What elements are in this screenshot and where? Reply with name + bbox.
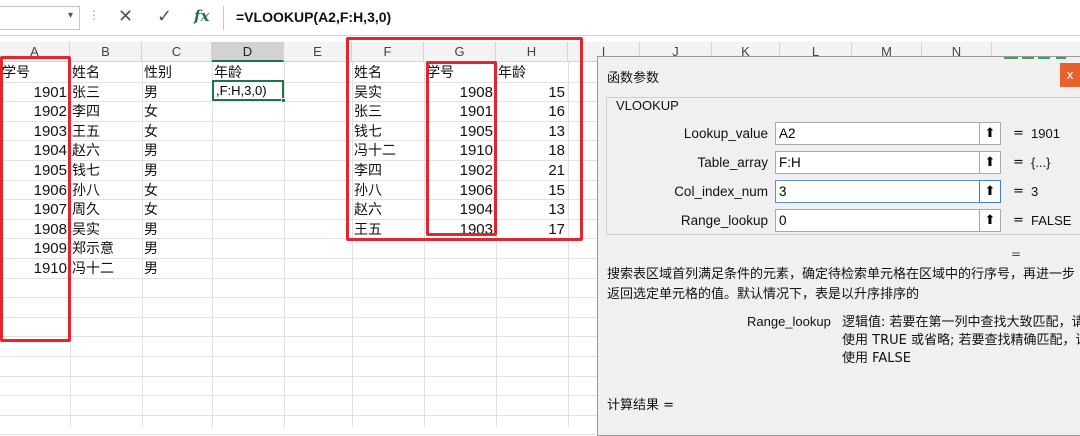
grid-line: [0, 356, 600, 357]
column-header-b[interactable]: B: [70, 42, 142, 62]
grid-line: [284, 62, 285, 427]
column-header-e[interactable]: E: [284, 42, 352, 62]
calc-result: 计算结果 =: [607, 398, 675, 413]
highlight-box-column-a: [0, 56, 71, 342]
table-cell[interactable]: 李四: [70, 102, 142, 122]
grid-line: [0, 375, 600, 377]
dialog-title: 函数参数: [607, 71, 660, 86]
table-cell[interactable]: 张三: [70, 83, 142, 103]
table-cell[interactable]: 男: [142, 220, 212, 240]
table-cell[interactable]: 吴实: [70, 220, 142, 240]
name-box[interactable]: ▾: [0, 6, 80, 30]
enter-button[interactable]: ✓: [157, 6, 172, 27]
collapse-dialog-icon[interactable]: ⬆: [979, 151, 1001, 174]
equals-sign: =: [1013, 155, 1024, 170]
table-cell[interactable]: 王五: [70, 122, 142, 142]
function-result-eq: =: [1011, 247, 1022, 261]
table-cell[interactable]: 周久: [70, 200, 142, 220]
arg-result: 3: [1031, 184, 1039, 199]
arg-result: 1901: [1031, 126, 1060, 141]
divider: [223, 6, 224, 30]
highlight-box-column-g: [426, 61, 497, 236]
column-header-c[interactable]: C: [142, 42, 212, 62]
grid-line: [0, 395, 600, 397]
lookup-value-input[interactable]: A2: [775, 122, 997, 145]
grid-line: [0, 434, 600, 436]
cancel-button[interactable]: ✕: [118, 6, 133, 27]
grid-line: [0, 414, 600, 416]
sheet-grid[interactable]: 学号 姓名 性别 年龄 1901 张三男 1902 李四女 1903 王五女 1904 赵六男 1905…: [0, 37, 641, 436]
equals-sign: =: [1013, 126, 1024, 141]
equals-sign: =: [1013, 184, 1024, 199]
arg-help-name: Range_lookup: [747, 314, 831, 329]
col-index-num-input[interactable]: 3: [775, 180, 997, 203]
table-cell[interactable]: 女: [142, 181, 212, 201]
active-cell-value: ,F:H,3,0): [216, 83, 267, 98]
table-cell[interactable]: 男: [142, 239, 212, 259]
formula-input[interactable]: =VLOOKUP(A2,F:H,3,0): [236, 9, 391, 25]
table-cell[interactable]: 男: [142, 161, 212, 181]
table-cell[interactable]: 郑示意: [70, 239, 142, 259]
grid-line: [212, 62, 213, 427]
table-cell[interactable]: 女: [142, 122, 212, 142]
background-ribbon-fragment: [1004, 57, 1066, 59]
column-header-d[interactable]: D: [212, 42, 284, 62]
collapse-dialog-icon[interactable]: ⬆: [979, 180, 1001, 203]
arg-help-description: 逻辑值: 若要在第一列中查找大致匹配，请使用 TRUE 或省略; 若要查找精确匹…: [842, 315, 1080, 366]
table-cell[interactable]: 男: [142, 141, 212, 161]
function-description: 搜索表区域首列满足条件的元素，确定待检索单元格在区域中的行序号，再进一步返回选定…: [607, 267, 1076, 302]
arg-label-col-index-num: Col_index_num: [674, 184, 768, 199]
grid-line: [0, 316, 600, 318]
table-cell[interactable]: 冯十二: [70, 259, 142, 279]
chevron-down-icon[interactable]: ▾: [68, 10, 73, 21]
arg-label-lookup-value: Lookup_value: [683, 126, 768, 141]
table-cell[interactable]: 男: [142, 259, 212, 279]
arg-result: {...}: [1031, 155, 1051, 170]
collapse-dialog-icon[interactable]: ⬆: [979, 209, 1001, 232]
table-cell[interactable]: 女: [142, 200, 212, 220]
grid-line: [0, 336, 600, 338]
table-cell[interactable]: 男: [142, 83, 212, 103]
insert-function-button[interactable]: fx: [194, 7, 209, 25]
range-lookup-input[interactable]: 0: [775, 209, 997, 232]
function-name: VLOOKUP: [614, 98, 681, 113]
collapse-dialog-icon[interactable]: ⬆: [979, 122, 1001, 145]
formula-bar: ▾ ⋮ ✕ ✓ fx =VLOOKUP(A2,F:H,3,0): [0, 0, 1080, 36]
active-cell[interactable]: ,F:H,3,0): [212, 80, 286, 103]
header-cell[interactable]: 性别: [142, 63, 212, 83]
header-cell[interactable]: 姓名: [70, 63, 142, 83]
arg-label-range-lookup: Range_lookup: [680, 213, 768, 228]
fill-handle[interactable]: [281, 98, 286, 103]
equals-sign: =: [1013, 213, 1024, 228]
close-icon[interactable]: x: [1060, 63, 1080, 87]
arg-result: FALSE: [1031, 213, 1072, 228]
arg-label-table-array: Table_array: [697, 155, 768, 170]
table-array-input[interactable]: F:H: [775, 151, 997, 174]
table-cell[interactable]: 钱七: [70, 161, 142, 181]
table-cell[interactable]: 孙八: [70, 181, 142, 201]
function-arguments-dialog: 函数参数 x VLOOKUP Lookup_value A2 ⬆ = 1901 …: [597, 56, 1080, 436]
table-cell[interactable]: 女: [142, 102, 212, 122]
more-icon: ⋮: [88, 8, 100, 22]
table-cell[interactable]: 赵六: [70, 141, 142, 161]
grid-line: [0, 297, 600, 299]
